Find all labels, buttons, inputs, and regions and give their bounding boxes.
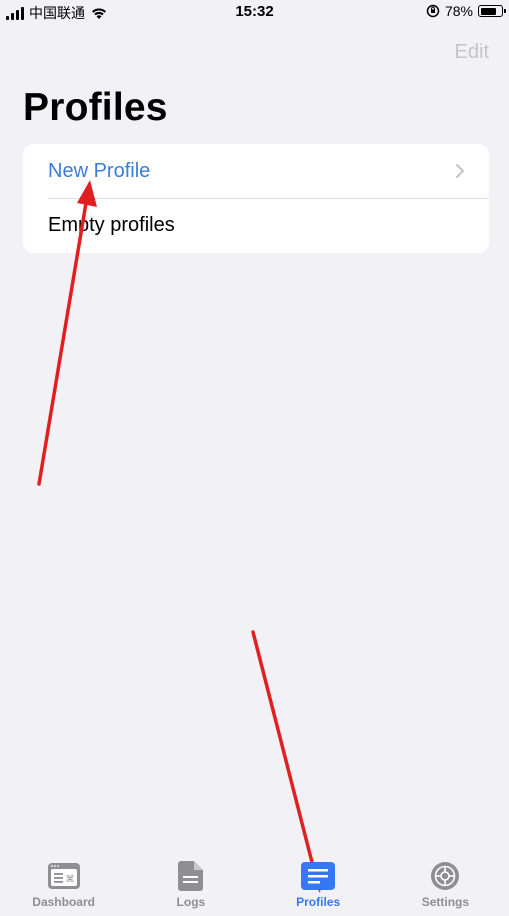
tab-settings[interactable]: Settings [382,856,509,916]
page-title: Profiles [23,86,168,129]
battery-percent: 78% [444,3,473,19]
svg-text:⌘: ⌘ [65,875,74,885]
tab-dashboard-label: Dashboard [32,895,95,909]
new-profile-row[interactable]: New Profile [23,144,489,199]
empty-profiles-label: Empty profiles [48,214,175,237]
tab-profiles[interactable]: Profiles [255,856,382,916]
empty-profiles-row: Empty profiles [23,199,489,254]
gear-icon [428,860,462,892]
orientation-lock-icon [426,4,440,18]
battery-fill [480,7,497,15]
status-right: 78% [426,3,506,19]
tab-bar: ⌘ Dashboard Logs Profiles Settings [0,856,509,916]
profiles-list: New Profile Empty profiles [23,144,489,253]
chevron-right-icon [456,164,464,178]
new-profile-label: New Profile [48,159,151,182]
annotation-arrow-profiles-tab [251,630,324,893]
edit-button[interactable]: Edit [455,41,489,64]
tab-settings-label: Settings [421,895,470,909]
tab-profiles-label: Profiles [296,895,341,909]
dashboard-icon: ⌘ [47,860,81,892]
annotation-arrows [37,180,324,893]
tab-logs[interactable]: Logs [127,856,254,916]
list-icon [301,860,336,892]
tab-logs-label: Logs [176,895,206,909]
status-bar: 中国联通 15:32 78% [0,0,509,26]
tab-dashboard[interactable]: ⌘ Dashboard [0,856,127,916]
battery-icon [478,5,506,17]
document-icon [174,860,208,892]
